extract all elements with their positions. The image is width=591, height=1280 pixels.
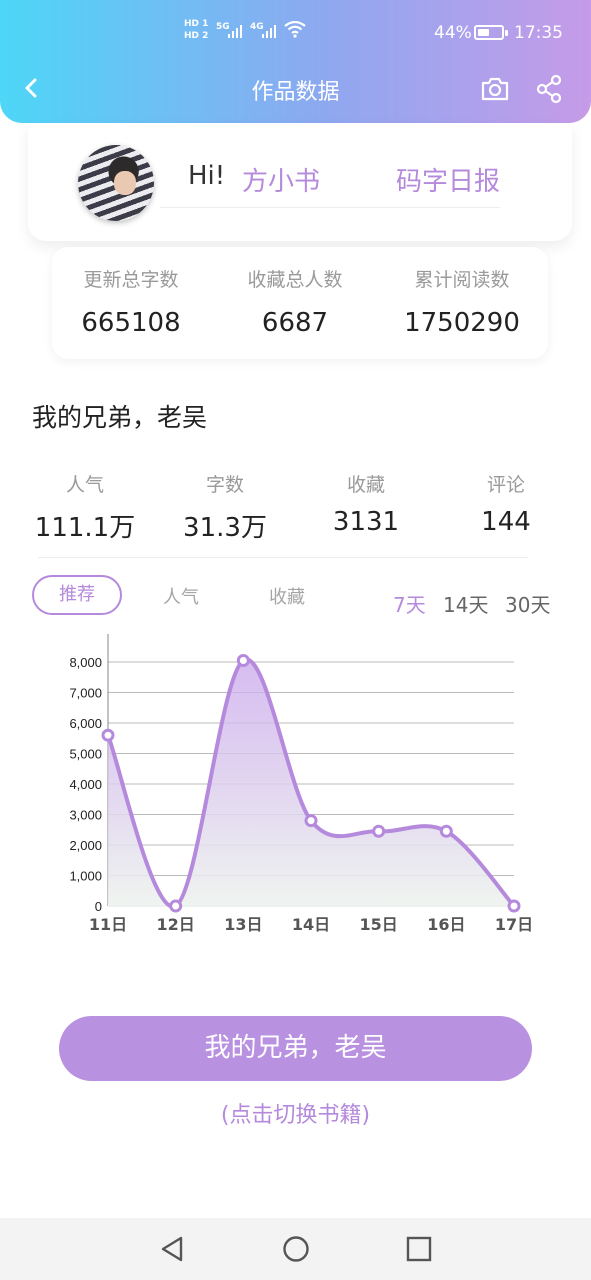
book-stat-comments: 评论 144 [431, 470, 581, 537]
y-tick-label: 4,000 [69, 777, 102, 792]
y-tick-label: 1,000 [69, 869, 102, 884]
total-favorites-stat: 收藏总人数 6687 [238, 265, 352, 338]
data-point [236, 653, 250, 667]
circle-home-icon [283, 1236, 309, 1262]
stat-value: 144 [481, 507, 531, 537]
total-reads-stat: 累计阅读数 1750290 [402, 265, 522, 338]
daily-report-link[interactable]: 码字日报 [396, 161, 500, 198]
square-recents-icon [406, 1236, 432, 1262]
tab-popularity[interactable]: 人气 [163, 583, 199, 609]
stat-value: 665108 [81, 308, 181, 338]
camera-icon [481, 77, 509, 101]
y-tick-label: 3,000 [69, 808, 102, 823]
data-point [439, 824, 453, 838]
system-navbar [0, 1218, 591, 1280]
x-tick-label: 14日 [292, 915, 330, 934]
signal-icon [228, 25, 242, 38]
stat-value: 1750290 [404, 308, 520, 338]
avatar[interactable] [78, 145, 154, 221]
switch-book-button[interactable]: 我的兄弟，老吴 [59, 1016, 532, 1081]
hd-indicator: HD 1 HD 2 [184, 19, 209, 41]
stat-label: 字数 [205, 474, 244, 496]
x-tick-label: 15日 [360, 915, 398, 934]
range-7-days[interactable]: 7天 [393, 589, 426, 618]
tab-recommend[interactable]: 推荐 [32, 575, 122, 615]
stat-label: 收藏 [346, 474, 385, 496]
y-tick-label: 7,000 [69, 686, 102, 701]
x-tick-label: 11日 [89, 915, 127, 934]
stat-label: 累计阅读数 [414, 269, 510, 291]
y-tick-label: 8,000 [69, 655, 102, 670]
nav-recents-button[interactable] [404, 1234, 434, 1264]
x-tick-label: 16日 [427, 915, 465, 934]
data-point [304, 814, 318, 828]
trend-chart: 0 1,000 2,000 3,000 4,000 5,000 6,000 7,000 8,00… [69, 634, 533, 934]
camera-button[interactable] [480, 75, 510, 103]
stat-label: 更新总字数 [83, 269, 179, 291]
username: 方小书 [242, 167, 321, 197]
y-tick-label: 2,000 [69, 838, 102, 853]
signal-icon [262, 25, 276, 38]
battery-icon [474, 25, 504, 40]
totals-card: 更新总字数 665108 收藏总人数 6687 累计阅读数 1750290 [52, 247, 548, 359]
nav-back-button[interactable] [157, 1234, 187, 1264]
y-tick-label: 0 [95, 899, 102, 914]
stat-label: 收藏总人数 [247, 269, 343, 291]
share-icon [536, 74, 562, 104]
profile-card: Hi! 方小书 码字日报 [28, 123, 572, 241]
total-words-stat: 更新总字数 665108 [74, 265, 188, 338]
nav-home-button[interactable] [281, 1234, 311, 1264]
switch-book-hint[interactable]: (点击切换书籍) [0, 1097, 591, 1129]
stat-label: 评论 [486, 474, 525, 496]
book-stat-words: 字数 31.3万 [150, 470, 300, 544]
stat-value: 111.1万 [34, 513, 136, 543]
y-tick-label: 6,000 [69, 716, 102, 731]
stat-value: 6687 [261, 308, 329, 338]
range-30-days[interactable]: 30天 [505, 589, 550, 618]
wifi-icon [284, 20, 306, 38]
triangle-back-icon [161, 1236, 183, 1262]
x-tick-label: 17日 [495, 915, 533, 934]
status-bar: HD 1 HD 2 5G 4G 44% 17:35 [0, 18, 591, 48]
chart-series [101, 653, 521, 913]
clock: 17:35 [514, 23, 563, 43]
divider [38, 557, 528, 558]
greeting: Hi! [188, 161, 226, 191]
share-button[interactable] [535, 74, 563, 104]
data-point [101, 728, 115, 742]
stat-value: 31.3万 [183, 513, 267, 543]
y-tick-label: 5,000 [69, 747, 102, 762]
book-stat-popularity: 人气 111.1万 [10, 470, 160, 544]
data-point [372, 824, 386, 838]
stat-label: 人气 [65, 474, 104, 496]
app-header: HD 1 HD 2 5G 4G 44% 17:35 作品数据 [0, 0, 591, 123]
x-tick-label: 12日 [157, 915, 195, 934]
book-stat-favorites: 收藏 3131 [291, 470, 441, 537]
data-point [507, 899, 521, 913]
divider [160, 207, 500, 208]
series-area [108, 659, 514, 907]
battery-percent: 44% [434, 23, 472, 43]
data-point [169, 899, 183, 913]
x-tick-label: 13日 [224, 915, 262, 934]
book-title: 我的兄弟，老吴 [32, 403, 208, 432]
stat-value: 3131 [332, 507, 400, 537]
tab-favorites[interactable]: 收藏 [269, 583, 305, 609]
range-14-days[interactable]: 14天 [443, 589, 488, 618]
